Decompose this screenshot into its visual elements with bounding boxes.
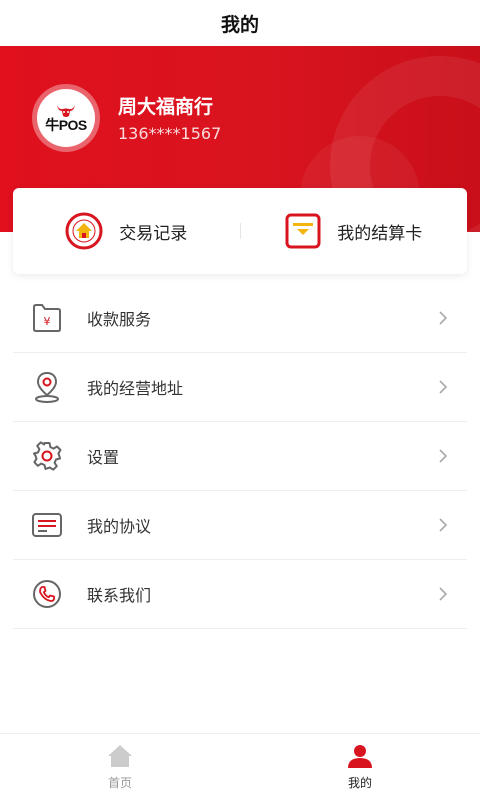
chevron-right-icon <box>439 587 448 601</box>
user-name: 周大福商行 <box>118 96 214 118</box>
menu-label: 设置 <box>87 448 120 467</box>
menu-item-business-address[interactable]: 我的经营地址 <box>13 353 467 422</box>
bottom-tab-bar: 首页 我的 <box>0 733 480 800</box>
logo-text: 牛POS <box>45 117 87 133</box>
card-icon <box>285 213 321 249</box>
menu-item-settings[interactable]: 设置 <box>13 422 467 491</box>
menu-label: 我的经营地址 <box>87 379 184 398</box>
transaction-records-button[interactable]: 交易记录 <box>13 188 240 274</box>
gear-icon <box>33 441 62 471</box>
tab-mine[interactable]: 我的 <box>240 734 480 800</box>
chevron-right-icon <box>439 518 448 532</box>
bull-icon <box>57 105 75 117</box>
quick-actions-card: 交易记录 我的结算卡 <box>13 188 467 274</box>
tab-home[interactable]: 首页 <box>0 734 240 800</box>
document-icon <box>32 513 62 537</box>
svg-text:¥: ¥ <box>44 315 51 328</box>
page-title: 我的 <box>220 13 259 36</box>
menu-label: 我的协议 <box>87 517 152 536</box>
logo: 牛POS <box>37 89 95 147</box>
chevron-right-icon <box>439 380 448 394</box>
home-icon <box>108 744 132 767</box>
settlement-card-label: 我的结算卡 <box>337 223 423 244</box>
chevron-right-icon <box>439 449 448 463</box>
tab-home-label: 首页 <box>107 775 132 790</box>
menu-label: 联系我们 <box>87 586 152 605</box>
phone-icon <box>33 580 61 608</box>
chevron-right-icon <box>439 311 448 325</box>
home-circle-icon <box>65 212 103 250</box>
menu-item-payment-service[interactable]: ¥ 收款服务 <box>13 284 467 353</box>
transaction-records-label: 交易记录 <box>119 223 188 244</box>
location-pin-icon <box>35 371 59 403</box>
wallet-yuan-icon: ¥ <box>33 304 61 332</box>
top-bar: 我的 <box>0 0 480 46</box>
avatar[interactable]: 牛POS <box>32 84 100 152</box>
my-settlement-card-button[interactable]: 我的结算卡 <box>241 188 468 274</box>
tab-mine-label: 我的 <box>347 775 372 790</box>
user-phone: 136****1567 <box>118 124 222 143</box>
menu-item-contact-us[interactable]: 联系我们 <box>13 560 467 629</box>
user-icon <box>348 744 372 768</box>
menu-list: ¥ 收款服务 我的经营地址 设置 我的协议 联系我们 <box>13 284 467 629</box>
menu-label: 收款服务 <box>87 310 152 329</box>
menu-item-my-agreement[interactable]: 我的协议 <box>13 491 467 560</box>
